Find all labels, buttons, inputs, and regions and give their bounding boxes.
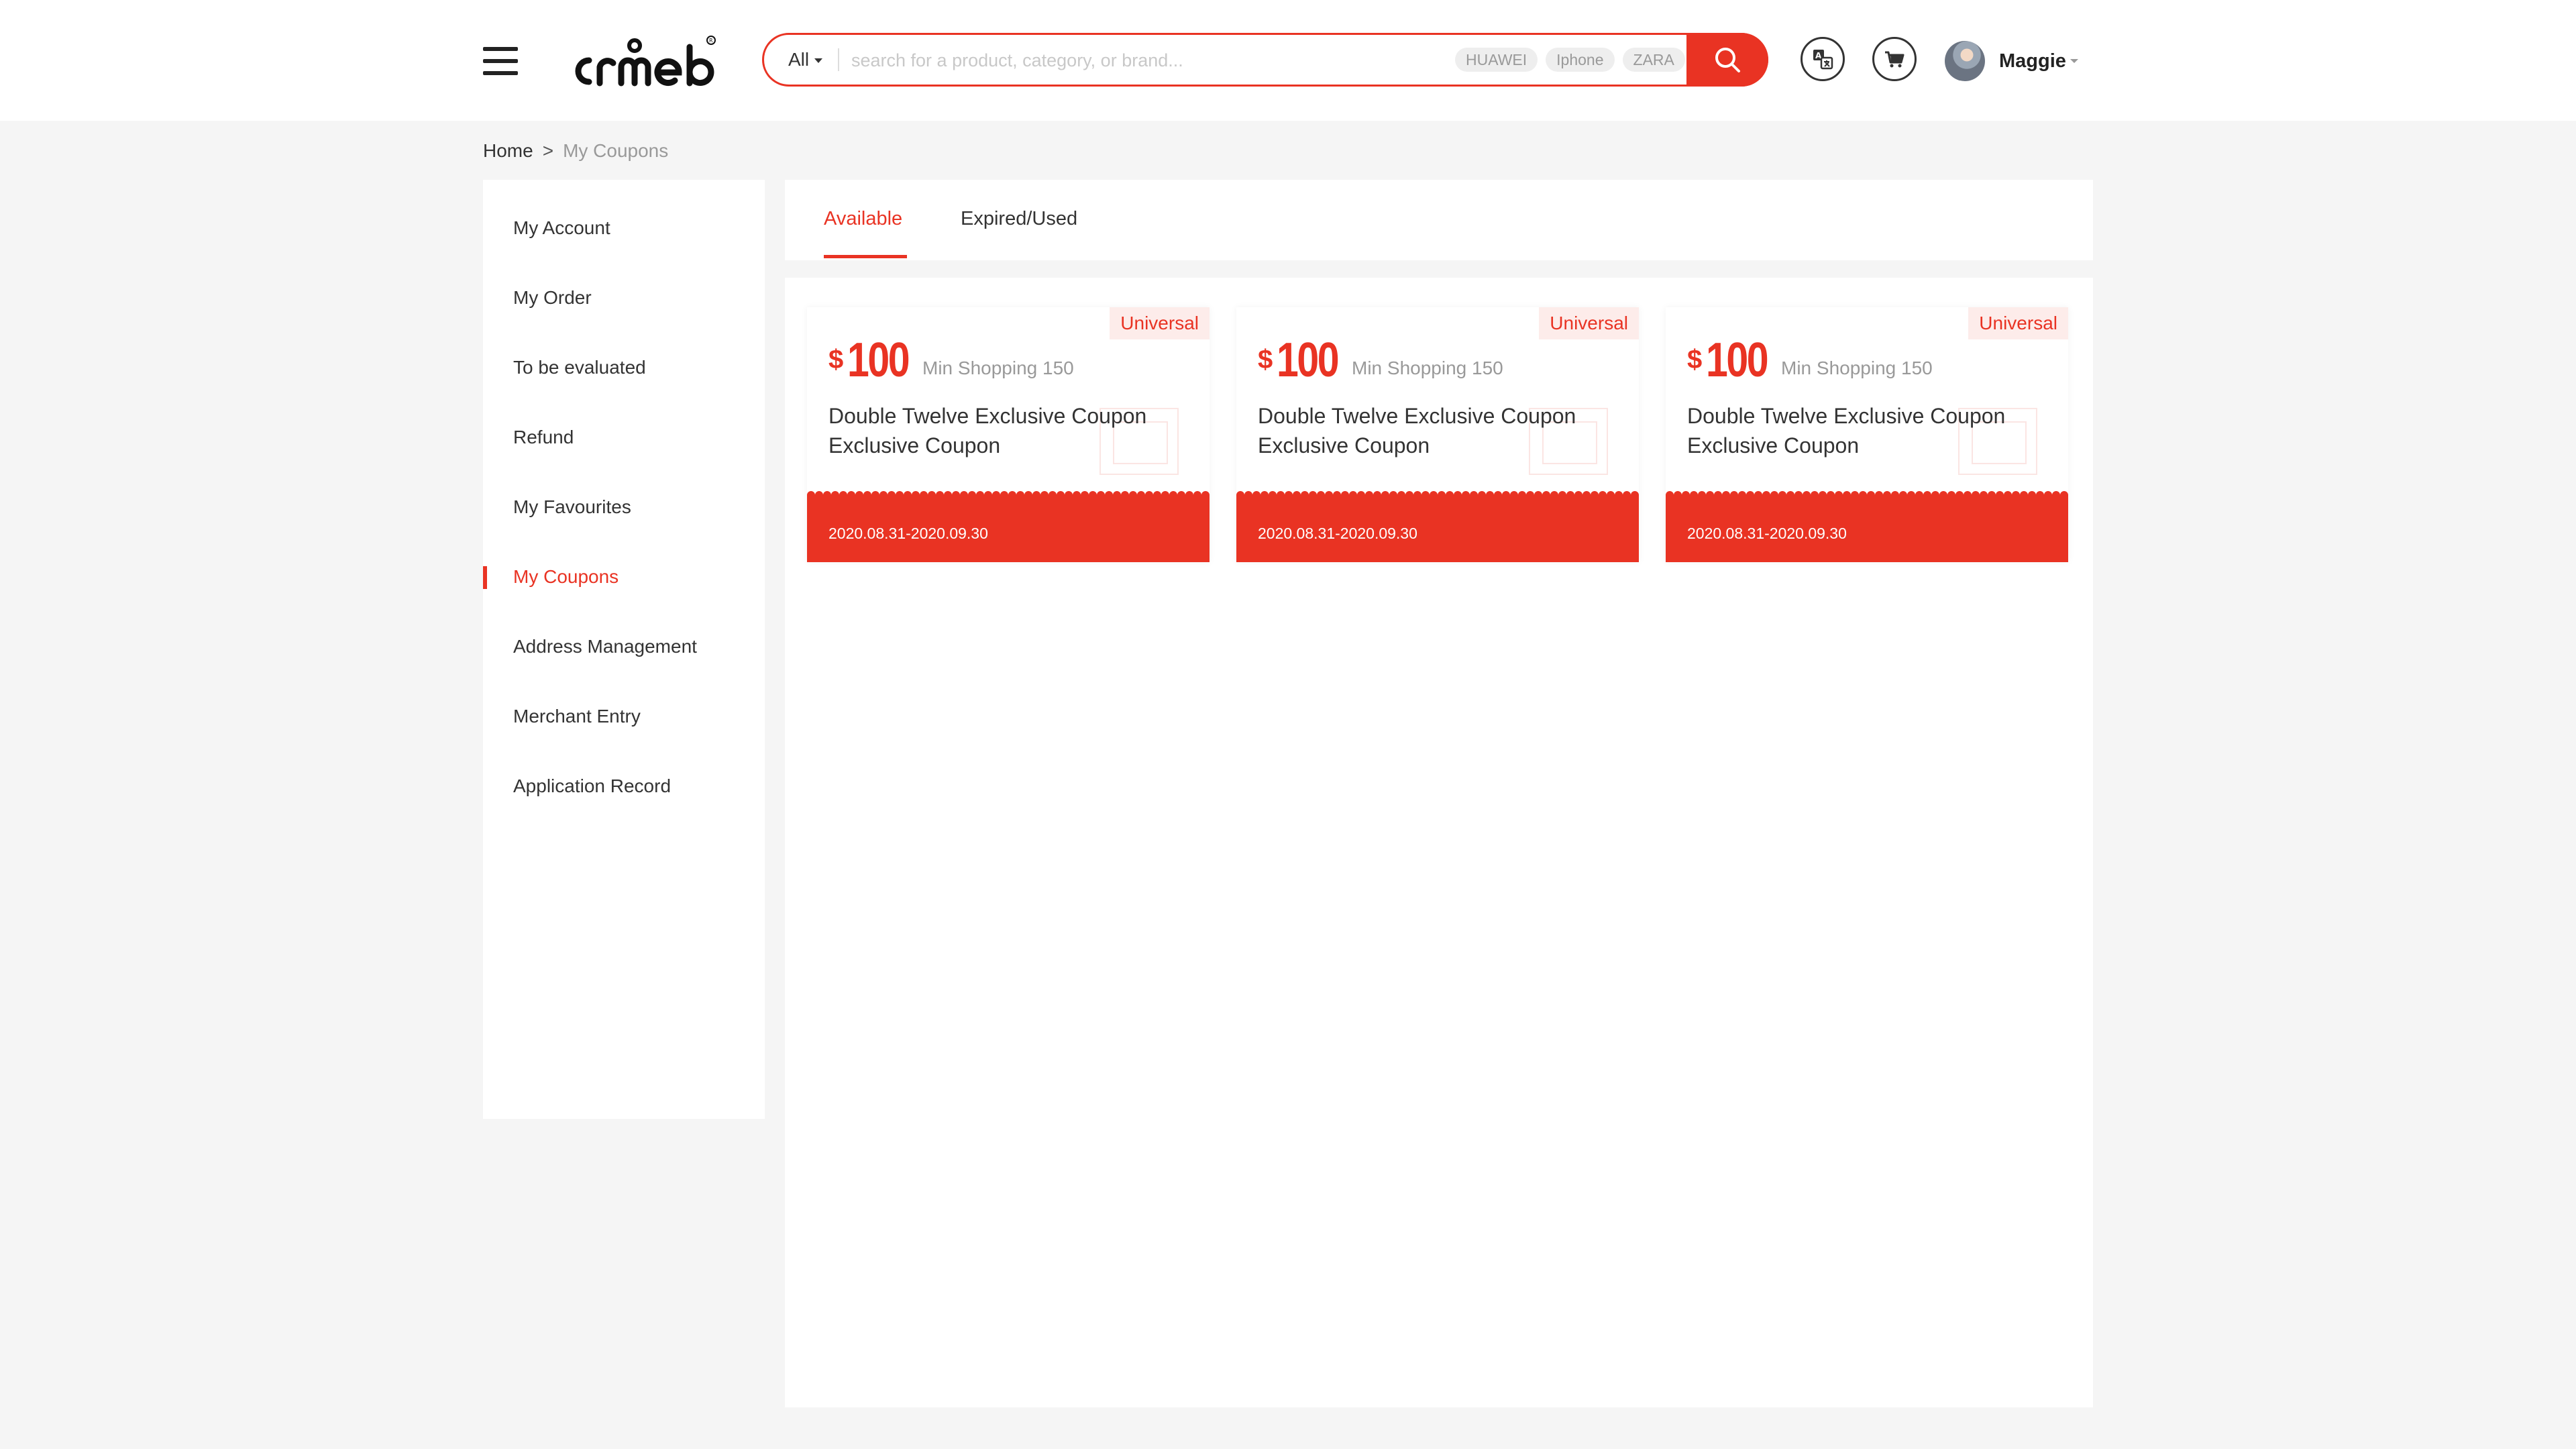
sidebar-item-my-coupons[interactable]: My Coupons <box>483 557 765 597</box>
search-button[interactable] <box>1686 33 1768 87</box>
sidebar-item-my-favourites[interactable]: My Favourites <box>483 487 765 527</box>
account-sidebar: My Account My Order To be evaluated Refu… <box>483 180 765 1119</box>
coupon-tabs: Available Expired/Used <box>785 180 2093 278</box>
active-tab-indicator <box>824 255 907 258</box>
coupon-min-spend: Min Shopping 150 <box>922 358 1074 378</box>
coupon-currency: $ <box>1687 345 1703 374</box>
coupon-currency: $ <box>828 345 844 374</box>
breadcrumb-separator: > <box>542 140 554 161</box>
search-scope-label: All <box>788 49 810 70</box>
sidebar-item-address-management[interactable]: Address Management <box>483 627 765 667</box>
coupon-validity: 2020.08.31-2020.09.30 <box>1258 525 1417 542</box>
tab-available[interactable]: Available <box>824 205 902 232</box>
tab-expired-used[interactable]: Expired/Used <box>961 205 1077 232</box>
coupons-panel: Available Expired/Used Universal $ 100 M… <box>785 180 2093 1407</box>
breadcrumb: Home > My Coupons <box>483 139 668 163</box>
search-bar: All HUAWEI Iphone ZARA <box>762 33 1768 87</box>
breadcrumb-home[interactable]: Home <box>483 140 533 161</box>
sidebar-item-my-account[interactable]: My Account <box>483 208 765 248</box>
coupon-card[interactable]: Universal $ 100 Min Shopping 150 Double … <box>1236 307 1639 562</box>
coupon-amount: 100 <box>1277 333 1340 387</box>
search-divider <box>838 48 839 71</box>
coupon-validity-bar: 2020.08.31-2020.09.30 <box>1666 490 2068 562</box>
coupon-min-spend: Min Shopping 150 <box>1781 358 1933 378</box>
cart-button[interactable] <box>1872 37 1917 81</box>
translate-icon: A <box>1813 50 1833 70</box>
hot-tag-huawei[interactable]: HUAWEI <box>1455 48 1538 72</box>
hot-tags: HUAWEI Iphone ZARA <box>1455 48 1685 72</box>
coupon-badge: Universal <box>1110 307 1210 339</box>
search-input[interactable] <box>850 40 1376 80</box>
chevron-down-icon <box>814 58 823 64</box>
sidebar-item-merchant-entry[interactable]: Merchant Entry <box>483 696 765 737</box>
breadcrumb-current: My Coupons <box>563 140 669 161</box>
sidebar-item-my-order[interactable]: My Order <box>483 278 765 318</box>
coupon-title: Double Twelve Exclusive Coupon Exclusive… <box>1258 404 1576 458</box>
coupon-title: Double Twelve Exclusive Coupon Exclusive… <box>1687 404 2006 458</box>
coupon-validity-bar: 2020.08.31-2020.09.30 <box>1236 490 1639 562</box>
coupon-badge: Universal <box>1539 307 1639 339</box>
hot-tag-zara[interactable]: ZARA <box>1622 48 1685 72</box>
chevron-down-icon[interactable] <box>2070 59 2078 63</box>
sidebar-item-to-be-evaluated[interactable]: To be evaluated <box>483 347 765 388</box>
translate-button[interactable]: A <box>1801 37 1845 81</box>
coupon-min-spend: Min Shopping 150 <box>1352 358 1503 378</box>
top-header: R All HUAWEI Iphone ZARA A <box>0 0 2576 121</box>
user-avatar[interactable] <box>1945 41 1985 81</box>
hot-tag-iphone[interactable]: Iphone <box>1546 48 1615 72</box>
coupon-validity: 2020.08.31-2020.09.30 <box>828 525 988 542</box>
coupon-title: Double Twelve Exclusive Coupon Exclusive… <box>828 404 1147 458</box>
svg-text:R: R <box>709 38 713 44</box>
coupon-amount: 100 <box>1706 333 1769 387</box>
coupon-validity-bar: 2020.08.31-2020.09.30 <box>807 490 1210 562</box>
hamburger-menu-icon[interactable] <box>483 47 518 75</box>
coupon-list: Universal $ 100 Min Shopping 150 Double … <box>807 307 2082 562</box>
crmeb-logo-icon[interactable]: R <box>569 34 720 94</box>
coupon-card[interactable]: Universal $ 100 Min Shopping 150 Double … <box>1666 307 2068 562</box>
coupon-badge: Universal <box>1968 307 2068 339</box>
cart-icon <box>1885 51 1904 68</box>
username[interactable]: Maggie <box>1999 47 2066 75</box>
coupon-amount: 100 <box>847 333 910 387</box>
coupon-validity: 2020.08.31-2020.09.30 <box>1687 525 1847 542</box>
coupon-card[interactable]: Universal $ 100 Min Shopping 150 Double … <box>807 307 1210 562</box>
sidebar-item-refund[interactable]: Refund <box>483 417 765 458</box>
search-scope-dropdown[interactable]: All <box>788 35 823 85</box>
coupon-currency: $ <box>1258 345 1273 374</box>
sidebar-item-application-record[interactable]: Application Record <box>483 766 765 806</box>
search-icon <box>1715 48 1740 72</box>
